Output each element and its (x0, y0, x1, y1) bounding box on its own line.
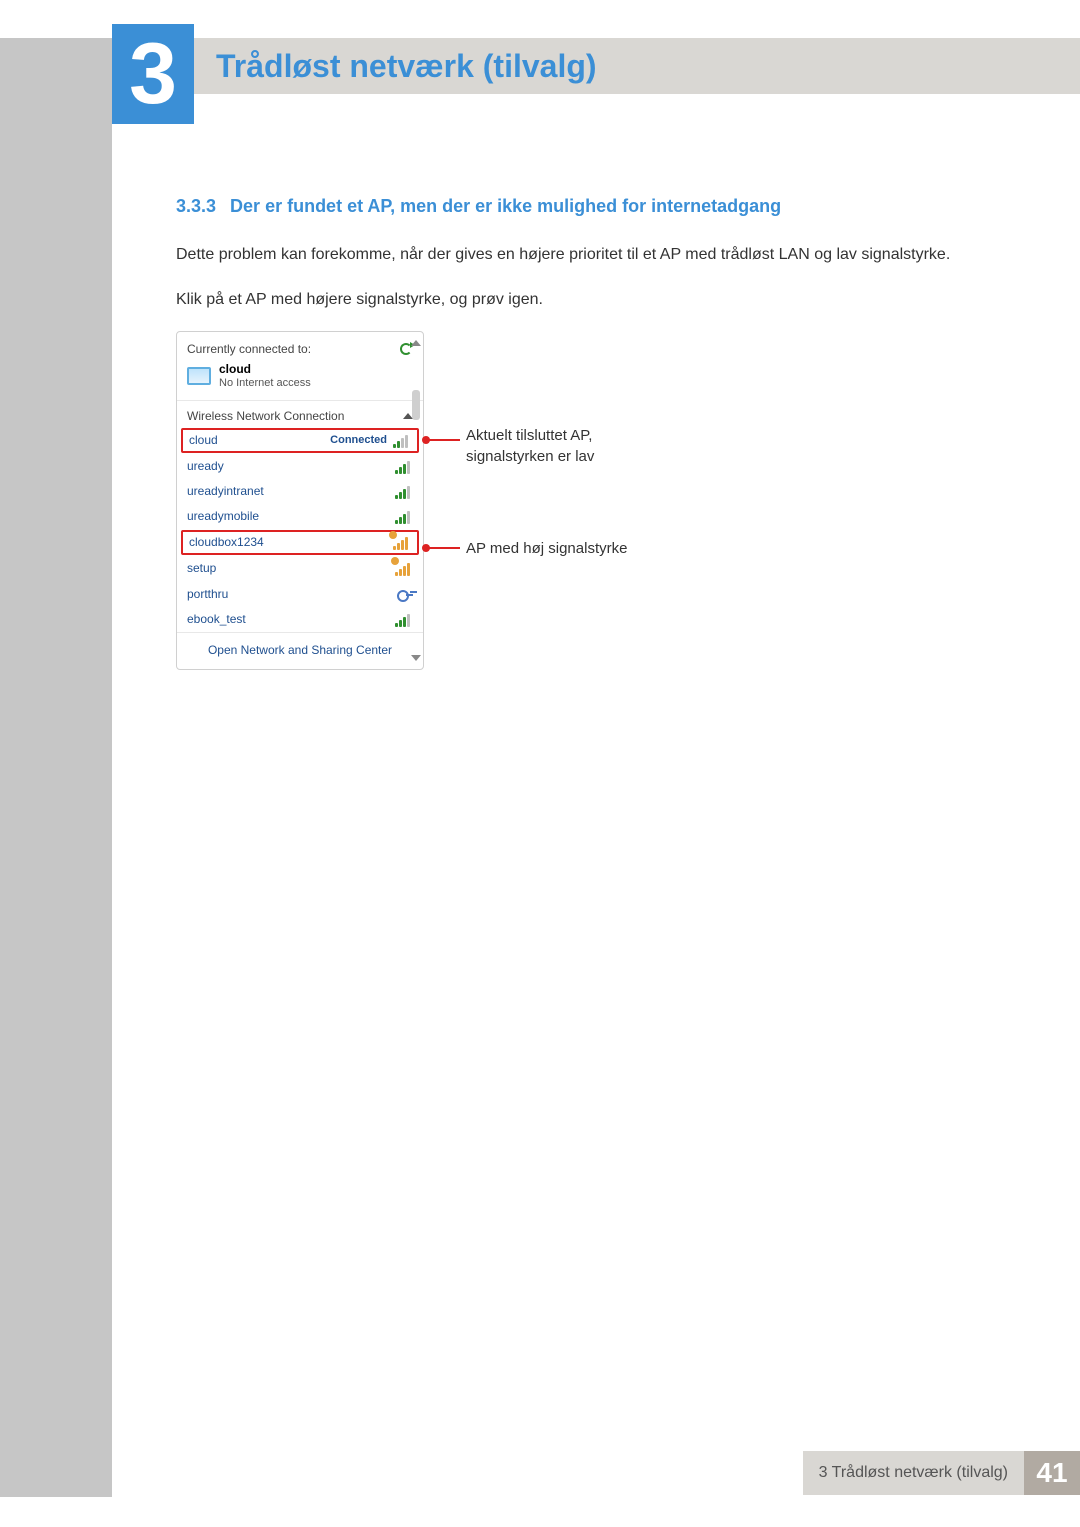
scrollbar[interactable] (411, 340, 421, 661)
chapter-number: 3 (129, 25, 177, 124)
callout-1: Aktuelt tilsluttet AP, signalstyrken er … (466, 425, 594, 467)
wifi-header-label: Currently connected to: (187, 342, 311, 356)
footer-text: 3 Trådløst netværk (tilvalg) (803, 1451, 1024, 1495)
callout-line-1 (424, 439, 460, 441)
wifi-item-name: cloud (189, 433, 330, 447)
wifi-item-name: uready (187, 459, 395, 473)
wifi-section-header: Wireless Network Connection (177, 401, 423, 427)
paragraph-2: Klik på et AP med højere signalstyrke, o… (176, 286, 1010, 313)
wifi-connected-name: cloud (219, 362, 311, 376)
wifi-item-name: ureadymobile (187, 509, 395, 523)
wifi-item-cloud[interactable]: cloud Connected (181, 428, 419, 453)
scroll-down-icon[interactable] (411, 655, 421, 661)
callout-1-line2: signalstyrken er lav (466, 448, 594, 465)
scroll-up-icon[interactable] (411, 340, 421, 346)
wifi-section-label: Wireless Network Connection (187, 409, 344, 423)
wifi-item-cloudbox1234[interactable]: cloudbox1234 (181, 530, 419, 555)
callout-1-line1: Aktuelt tilsluttet AP, (466, 427, 592, 444)
section-title: Der er fundet et AP, men der er ikke mul… (230, 196, 781, 216)
wifi-item-name: portthru (187, 587, 397, 601)
paragraph-1: Dette problem kan forekomme, når der giv… (176, 241, 1010, 268)
wifi-header-row: Currently connected to: (177, 332, 423, 360)
chapter-title: Trådløst netværk (tilvalg) (216, 48, 597, 85)
wifi-item-name: cloudbox1234 (189, 535, 393, 549)
signal-bars-icon (393, 535, 411, 550)
wifi-connected-block: cloud No Internet access (177, 360, 423, 401)
wifi-item-name: ureadyintranet (187, 484, 395, 498)
wifi-item-connected-label: Connected (330, 434, 387, 446)
network-icon (187, 367, 211, 385)
chapter-number-box: 3 (112, 24, 194, 124)
wifi-item-ureadymobile[interactable]: ureadymobile (177, 504, 423, 529)
scroll-thumb[interactable] (412, 390, 420, 420)
wifi-popup: Currently connected to: cloud No Interne… (176, 331, 424, 670)
wifi-open-center-link[interactable]: Open Network and Sharing Center (177, 632, 423, 669)
diagram: Currently connected to: cloud No Interne… (176, 331, 1010, 670)
wifi-item-ureadyintranet[interactable]: ureadyintranet (177, 479, 423, 504)
signal-bars-icon (393, 433, 411, 448)
page-content: 3.3.3 Der er fundet et AP, men der er ikk… (176, 196, 1010, 670)
left-margin-strip (0, 38, 112, 1497)
wifi-item-uready[interactable]: uready (177, 454, 423, 479)
wifi-connected-text: cloud No Internet access (219, 362, 311, 390)
section-number: 3.3.3 (176, 196, 216, 216)
wifi-item-portthru[interactable]: portthru (177, 581, 423, 607)
callout-line-2 (424, 547, 460, 549)
section-heading: 3.3.3 Der er fundet et AP, men der er ikk… (176, 196, 1010, 217)
wifi-item-setup[interactable]: setup (177, 556, 423, 581)
wifi-item-ebook_test[interactable]: ebook_test (177, 607, 423, 632)
wifi-item-name: setup (187, 561, 395, 575)
callout-2: AP med høj signalstyrke (466, 538, 627, 559)
wifi-item-name: ebook_test (187, 612, 395, 626)
page-footer: 3 Trådløst netværk (tilvalg) 41 (116, 1451, 1080, 1495)
footer-page-number: 41 (1024, 1451, 1080, 1495)
wifi-connected-status: No Internet access (219, 377, 311, 390)
